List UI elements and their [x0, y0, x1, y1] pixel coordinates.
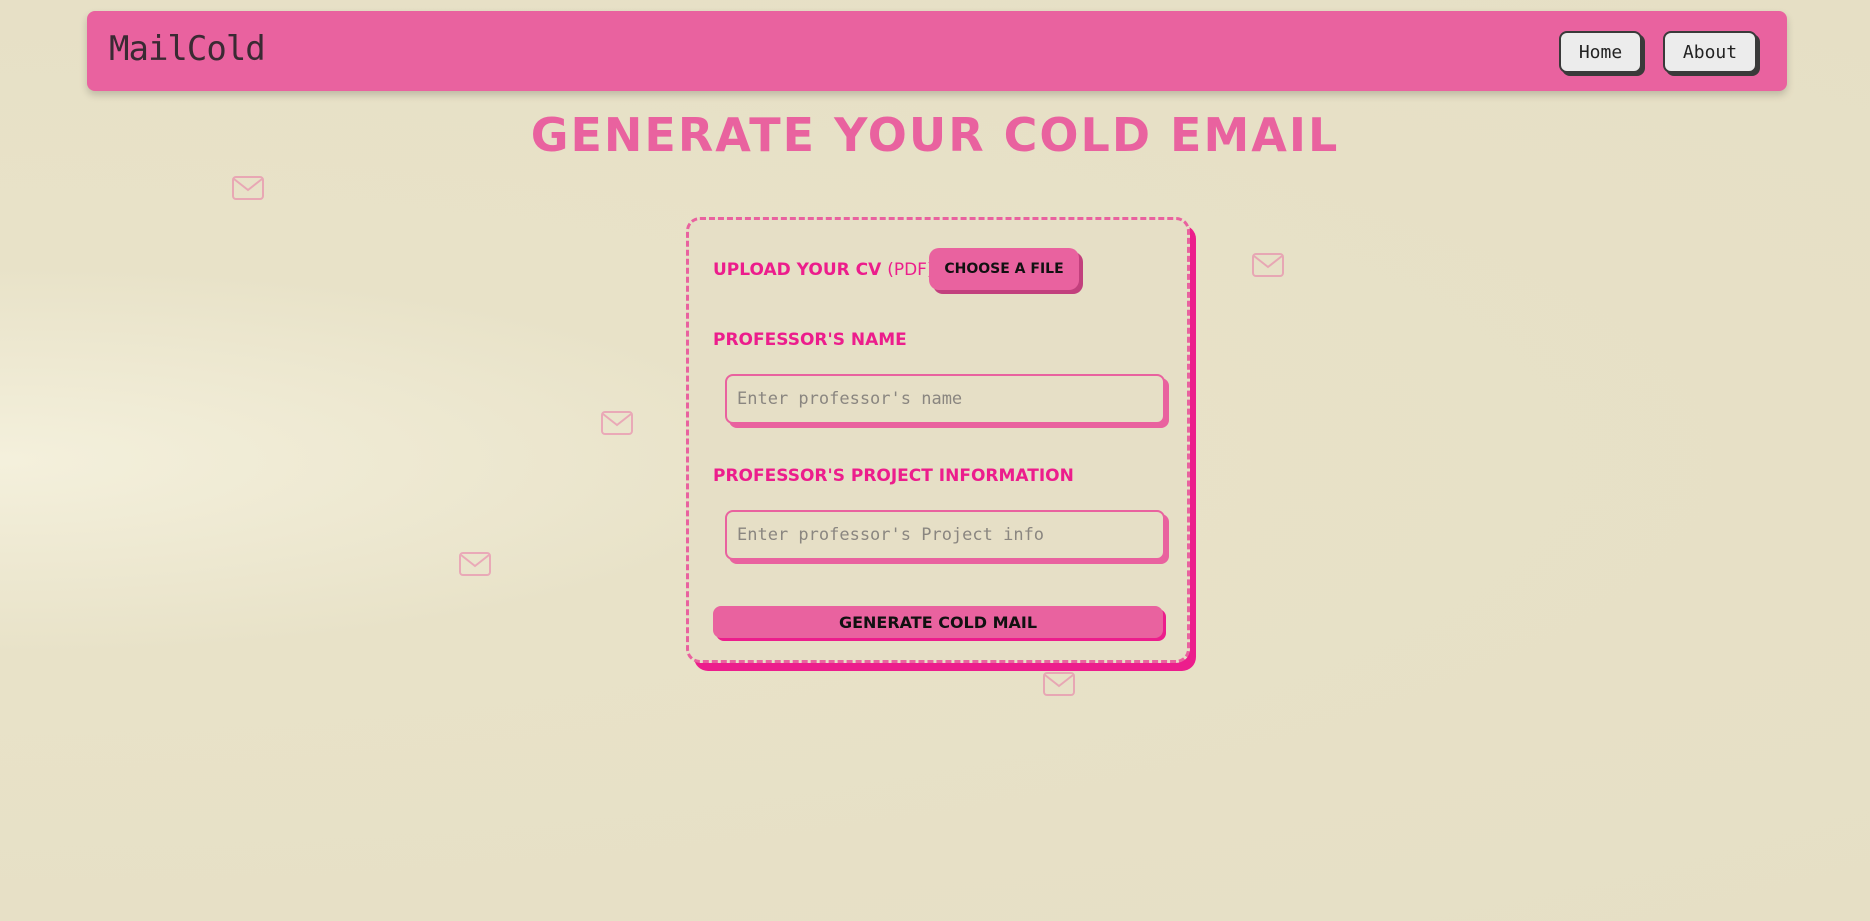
brand-logo[interactable]: MailCold	[109, 29, 266, 69]
nav-about-button[interactable]: About	[1663, 31, 1757, 73]
professor-project-label: PROFESSOR'S PROJECT INFORMATION	[713, 466, 1074, 486]
envelope-icon	[1252, 253, 1284, 277]
navbar: MailCold Home About	[87, 11, 1787, 91]
envelope-icon	[232, 176, 264, 200]
page-title: GENERATE YOUR COLD EMAIL	[530, 108, 1340, 162]
form-card: UPLOAD YOUR CV (PDF) CHOOSE A FILE PROFE…	[686, 217, 1190, 663]
choose-file-button[interactable]: CHOOSE A FILE	[929, 248, 1079, 290]
professor-project-input[interactable]	[725, 510, 1165, 560]
upload-cv-hint: (PDF)	[887, 260, 934, 280]
upload-cv-label-text: UPLOAD YOUR CV	[713, 260, 882, 280]
generate-cold-mail-button[interactable]: GENERATE COLD MAIL	[713, 606, 1163, 638]
upload-cv-label: UPLOAD YOUR CV (PDF)	[713, 260, 934, 280]
envelope-icon	[601, 411, 633, 435]
professor-name-input[interactable]	[725, 374, 1165, 424]
nav-home-button[interactable]: Home	[1559, 31, 1642, 73]
professor-name-label: PROFESSOR'S NAME	[713, 330, 907, 350]
envelope-icon	[1043, 672, 1075, 696]
envelope-icon	[459, 552, 491, 576]
